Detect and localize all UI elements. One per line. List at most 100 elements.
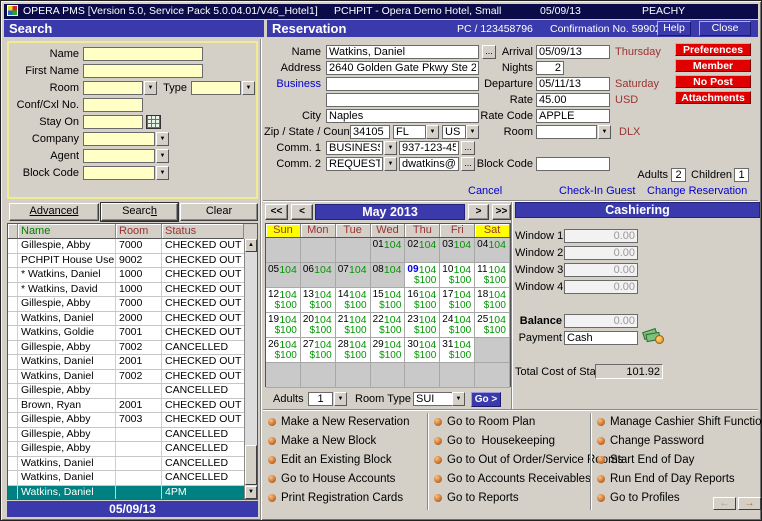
- table-cell[interactable]: CHECKED OUT: [162, 326, 244, 340]
- table-cell[interactable]: CHECKED OUT: [162, 283, 244, 297]
- comm1-dropdown-icon[interactable]: ▼: [384, 141, 397, 155]
- cal-adults-input[interactable]: [308, 392, 333, 406]
- table-cell[interactable]: Watkins, Daniel: [18, 312, 116, 326]
- search-agent-input[interactable]: [83, 149, 155, 163]
- table-cell[interactable]: Watkins, Daniel: [18, 370, 116, 384]
- money-icon[interactable]: [643, 329, 665, 344]
- window-amount-field[interactable]: [564, 280, 638, 294]
- column-header-name[interactable]: Name: [18, 224, 116, 239]
- table-cell[interactable]: CANCELLED: [162, 428, 244, 442]
- calendar-day-cell[interactable]: 20104$100: [301, 313, 336, 338]
- prev-year-button[interactable]: <<: [265, 204, 288, 220]
- table-row[interactable]: Watkins, DanielCANCELLED: [8, 457, 244, 472]
- menu-link[interactable]: Make a New Reservation: [263, 415, 427, 434]
- calendar-day-cell[interactable]: 15104$100: [371, 288, 406, 313]
- table-cell[interactable]: [116, 471, 162, 485]
- search-conf-input[interactable]: [83, 98, 143, 112]
- table-cell[interactable]: 7002: [116, 341, 162, 355]
- member-button[interactable]: Member: [675, 59, 751, 72]
- table-row[interactable]: Gillespie, Abby7000CHECKED OUT: [8, 239, 244, 254]
- menu-link[interactable]: Make a New Block: [263, 434, 427, 453]
- payment-input[interactable]: [564, 331, 638, 345]
- menu-link[interactable]: Go to Reports: [429, 491, 590, 510]
- calendar-day-cell[interactable]: 03104: [440, 238, 475, 263]
- table-cell[interactable]: Watkins, Goldie: [18, 326, 116, 340]
- menu-link[interactable]: Change Password: [592, 434, 760, 453]
- table-cell[interactable]: CHECKED OUT: [162, 297, 244, 311]
- table-cell[interactable]: Watkins, Daniel: [18, 355, 116, 369]
- close-button[interactable]: Close: [699, 21, 751, 36]
- nights-input[interactable]: [536, 61, 564, 75]
- comm2-type-input[interactable]: [326, 157, 383, 171]
- table-row[interactable]: Watkins, Daniel2001CHECKED OUT: [8, 355, 244, 370]
- advanced-button[interactable]: Advanced: [9, 203, 99, 221]
- table-cell[interactable]: [116, 457, 162, 471]
- table-cell[interactable]: 1000: [116, 283, 162, 297]
- help-button[interactable]: Help: [657, 21, 691, 36]
- table-row[interactable]: Watkins, Daniel2000CHECKED OUT: [8, 312, 244, 327]
- scroll-up-icon[interactable]: ▲: [245, 239, 257, 252]
- table-cell[interactable]: CANCELLED: [162, 341, 244, 355]
- calendar-day-cell[interactable]: 23104$100: [405, 313, 440, 338]
- table-cell[interactable]: CANCELLED: [162, 471, 244, 485]
- table-cell[interactable]: 1000: [116, 268, 162, 282]
- table-cell[interactable]: CHECKED OUT: [162, 413, 244, 427]
- search-type-input[interactable]: [191, 81, 241, 95]
- table-cell[interactable]: CHECKED OUT: [162, 268, 244, 282]
- table-row[interactable]: Gillespie, Abby7003CHECKED OUT: [8, 413, 244, 428]
- table-cell[interactable]: CANCELLED: [162, 442, 244, 456]
- table-cell[interactable]: * Watkins, David: [18, 283, 116, 297]
- menu-link[interactable]: Run End of Day Reports: [592, 472, 760, 491]
- table-cell[interactable]: PCHPIT House Use: [18, 254, 116, 268]
- calendar-day-cell[interactable]: 12104$100: [266, 288, 301, 313]
- table-row[interactable]: Gillespie, AbbyCANCELLED: [8, 442, 244, 457]
- table-cell[interactable]: [8, 268, 18, 282]
- go-button[interactable]: Go >: [471, 392, 501, 407]
- table-cell[interactable]: 4PM: [162, 486, 244, 500]
- search-button[interactable]: Search: [101, 203, 178, 221]
- table-cell[interactable]: CHECKED OUT: [162, 239, 244, 253]
- menu-link[interactable]: Print Registration Cards: [263, 491, 427, 510]
- calendar-day-cell[interactable]: 24104$100: [440, 313, 475, 338]
- search-name-input[interactable]: [83, 47, 203, 61]
- calendar-day-cell[interactable]: 01104: [371, 238, 406, 263]
- table-cell[interactable]: CHECKED OUT: [162, 254, 244, 268]
- table-cell[interactable]: [8, 370, 18, 384]
- search-block-code-input[interactable]: [83, 166, 155, 180]
- address2-input[interactable]: [326, 77, 479, 91]
- attachments-button[interactable]: Attachments: [675, 91, 751, 104]
- menu-link[interactable]: Go to Accounts Receivables: [429, 472, 590, 491]
- res-block-code-input[interactable]: [536, 157, 610, 171]
- calendar-day-cell[interactable]: 06104: [301, 263, 336, 288]
- comm2-value-input[interactable]: [399, 157, 459, 171]
- page-forward-icon[interactable]: →: [738, 497, 761, 510]
- table-cell[interactable]: CANCELLED: [162, 457, 244, 471]
- table-cell[interactable]: [8, 399, 18, 413]
- table-row[interactable]: Gillespie, Abby7000CHECKED OUT: [8, 297, 244, 312]
- table-row[interactable]: * Watkins, Daniel1000CHECKED OUT: [8, 268, 244, 283]
- room-dropdown-icon[interactable]: ▼: [144, 81, 157, 95]
- calendar-day-cell[interactable]: 18104$100: [475, 288, 510, 313]
- table-cell[interactable]: Gillespie, Abby: [18, 239, 116, 253]
- search-room-input[interactable]: [83, 81, 143, 95]
- calendar-day-cell[interactable]: 26104$100: [266, 338, 301, 363]
- comm1-value-input[interactable]: [399, 141, 459, 155]
- menu-link[interactable]: Go to Housekeeping: [429, 434, 590, 453]
- table-cell[interactable]: [8, 312, 18, 326]
- table-cell[interactable]: Watkins, Daniel: [18, 486, 116, 500]
- menu-link[interactable]: Go to Room Plan: [429, 415, 590, 434]
- search-first-name-input[interactable]: [83, 64, 203, 78]
- block-code-dropdown-icon[interactable]: ▼: [156, 166, 169, 180]
- menu-link[interactable]: Go to Out of Order/Service Rooms: [429, 453, 590, 472]
- calendar-day-cell[interactable]: 09104$100: [405, 263, 440, 288]
- cal-room-type-dropdown-icon[interactable]: ▼: [452, 392, 465, 406]
- page-back-icon[interactable]: ←: [713, 497, 736, 510]
- table-cell[interactable]: 2000: [116, 312, 162, 326]
- table-cell[interactable]: Gillespie, Abby: [18, 428, 116, 442]
- calendar-day-cell[interactable]: 16104$100: [405, 288, 440, 313]
- table-row[interactable]: Watkins, Daniel7002CHECKED OUT: [8, 370, 244, 385]
- table-row[interactable]: Watkins, DanielCANCELLED: [8, 471, 244, 486]
- calendar-day-cell[interactable]: 05104: [266, 263, 301, 288]
- table-cell[interactable]: CHECKED OUT: [162, 355, 244, 369]
- address3-input[interactable]: [326, 93, 479, 107]
